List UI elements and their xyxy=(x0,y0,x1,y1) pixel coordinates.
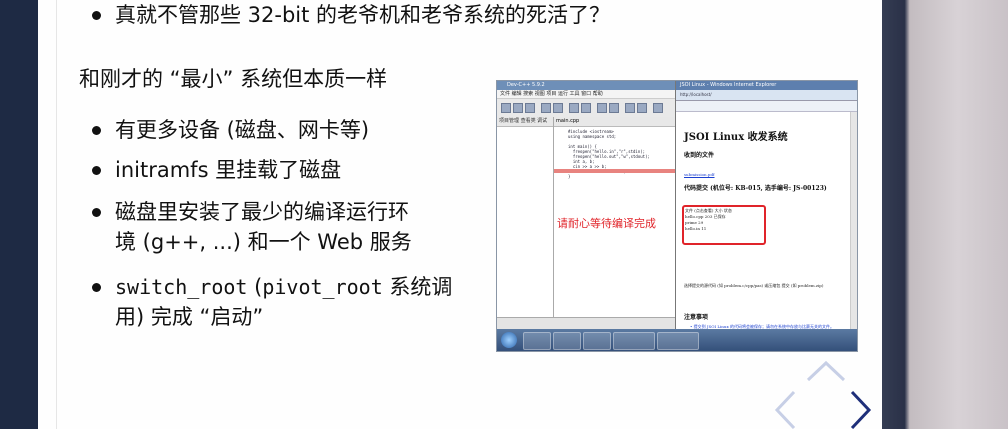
bullet-text: initramfs 里挂载了磁盘 xyxy=(115,158,342,182)
ide-title-bar: Dev-C++ 5.9.2 xyxy=(497,81,675,90)
bullet-text-line2: 境 (g++, ...) 和一个 Web 服务 xyxy=(115,230,412,254)
bullet-dot xyxy=(92,11,101,20)
toolbar-icon xyxy=(569,103,579,113)
toolbar-icon xyxy=(609,103,619,113)
toolbar-icon xyxy=(625,103,635,113)
slide-heading: 和刚才的 “最小” 系统但本质一样 xyxy=(79,67,388,91)
received-files-heading: 收到的文件 xyxy=(684,152,715,159)
bullet-more-devices: 有更多设备 (磁盘、网卡等) xyxy=(92,115,370,145)
file-table: 文件 (点击查看) 大小 状态 hello.cpp 203 已保存 prime … xyxy=(685,208,732,232)
table-row: hello.in 11 xyxy=(685,226,707,231)
file-link: submission.pdf xyxy=(684,172,715,177)
bullet-text-line1: 磁盘里安装了最少的编译运行环 xyxy=(115,200,409,224)
bullet-text-paren: ( xyxy=(247,275,263,299)
bullet-legacy-32bit: 真就不管那些 32-bit 的老爷机和老爷系统的死活了？ xyxy=(92,0,611,30)
nav-up-icon[interactable] xyxy=(806,360,846,382)
highlighted-line xyxy=(554,169,675,173)
bullet-dot xyxy=(92,208,101,217)
browser-title-bar: JSOI Linux - Windows Internet Explorer xyxy=(676,81,857,90)
ide-project-panel: 项目管理 查看类 调试 xyxy=(497,117,554,317)
taskbar-button xyxy=(613,332,655,350)
code-switch-root: switch_root xyxy=(115,275,248,299)
toolbar-icon xyxy=(541,103,551,113)
upload-instructions: 选择提交的源代码 (如 problem.c/cpp/pas) 或压缩包 提交 (… xyxy=(684,283,824,288)
bullet-text: 有更多设备 (磁盘、网卡等) xyxy=(115,118,370,142)
bullet-dot xyxy=(92,283,101,292)
editor-tab: main.cpp xyxy=(554,117,675,127)
browser-content: JSOI Linux 收发系统 收到的文件 submission.pdf 代码提… xyxy=(676,112,857,329)
browser-command-bar xyxy=(676,101,857,112)
browser-scrollbar xyxy=(850,112,857,329)
right-window-edge xyxy=(882,0,1008,429)
bullet-switch-root: switch_root (pivot_root 系统调 用) 完成 “启动” xyxy=(92,272,453,332)
ide-toolbar xyxy=(497,99,675,118)
toolbar-icon xyxy=(637,103,647,113)
ide-menu-bar: 文件 编辑 搜索 视图 项目 运行 工具 窗口 帮助 xyxy=(497,90,675,99)
toolbar-icon xyxy=(581,103,591,113)
toolbar-icon xyxy=(501,103,511,113)
ide-window: Dev-C++ 5.9.2 文件 编辑 搜索 视图 项目 运行 工具 窗口 帮助… xyxy=(497,81,676,330)
contest-environment-screenshot: Dev-C++ 5.9.2 文件 编辑 搜索 视图 项目 运行 工具 窗口 帮助… xyxy=(496,80,858,352)
toolbar-icon xyxy=(653,103,663,113)
toolbar-icon xyxy=(513,103,523,113)
nav-right-icon[interactable] xyxy=(850,390,872,429)
taskbar-button xyxy=(583,332,611,350)
project-panel-tabs: 项目管理 查看类 调试 xyxy=(497,117,553,127)
browser-address-bar: http://localhost/ xyxy=(676,90,857,101)
code-submit-heading: 代码提交 (机位号: KB-015, 选手编号: JS-00123) xyxy=(684,185,827,192)
code-pivot-root: pivot_root xyxy=(262,275,383,299)
taskbar-button xyxy=(553,332,581,350)
toolbar-icon xyxy=(553,103,563,113)
windows-taskbar xyxy=(497,329,857,351)
bullet-dot xyxy=(92,126,101,135)
page-title: JSOI Linux 收发系统 xyxy=(684,132,788,143)
nav-left-icon[interactable] xyxy=(774,390,796,429)
wait-annotation: 请耐心等待编译完成 xyxy=(557,217,656,230)
start-button-icon xyxy=(501,332,517,348)
system-tray xyxy=(795,332,855,348)
toolbar-icon xyxy=(525,103,535,113)
bullet-disk-toolchain: 磁盘里安装了最少的编译运行环 境 (g++, ...) 和一个 Web 服务 xyxy=(92,197,412,257)
bullet-text-line2: 用) 完成 “启动” xyxy=(115,305,264,329)
toolbar-icon xyxy=(597,103,607,113)
notes-heading: 注意事项 xyxy=(684,314,709,321)
taskbar-button xyxy=(523,332,551,350)
bullet-text: 真就不管那些 32-bit 的老爷机和老爷系统的死活了？ xyxy=(115,3,611,27)
browser-window: JSOI Linux - Windows Internet Explorer h… xyxy=(676,81,857,329)
slide: 真就不管那些 32-bit 的老爷机和老爷系统的死活了？ 和刚才的 “最小” 系… xyxy=(38,0,882,429)
bullet-text-rest: 系统调 xyxy=(382,275,453,299)
taskbar-button xyxy=(657,332,699,350)
bullet-initramfs: initramfs 里挂载了磁盘 xyxy=(92,155,342,185)
bullet-dot xyxy=(92,166,101,175)
